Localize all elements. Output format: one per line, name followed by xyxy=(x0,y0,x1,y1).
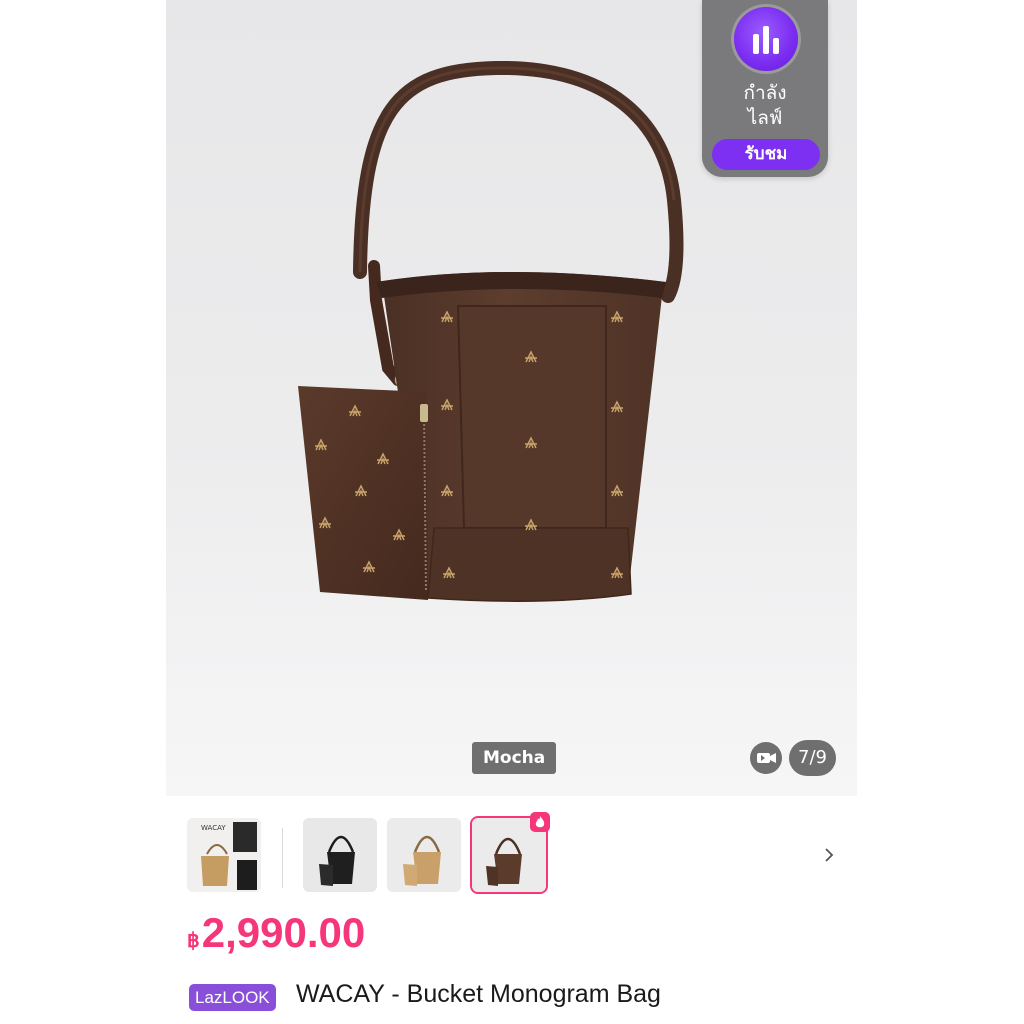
hot-fire-icon xyxy=(530,812,550,832)
live-status-text: กำลัง ไลฟ์ xyxy=(702,81,828,131)
thumb-brand-text: WACAY xyxy=(201,824,226,832)
thumbnail-next-chevron-icon[interactable] xyxy=(818,840,840,870)
thumbnail-3[interactable] xyxy=(387,818,461,892)
thumbnail-2[interactable] xyxy=(303,818,377,892)
thumbnail-image: WACAY xyxy=(187,818,261,892)
thumbnail-divider xyxy=(282,828,283,888)
product-title: WACAY - Bucket Monogram Bag xyxy=(296,980,661,1008)
live-stream-widget[interactable]: กำลัง ไลฟ์ รับชม xyxy=(702,0,828,177)
video-play-button[interactable] xyxy=(750,742,782,774)
thumbnail-image xyxy=(303,818,377,892)
watch-live-button[interactable]: รับชม xyxy=(712,139,820,170)
lazlook-tag: LazLOOK xyxy=(189,984,276,1011)
image-counter: 7/9 xyxy=(789,740,836,776)
product-price: ฿2,990.00 xyxy=(187,909,365,957)
thumbnail-image xyxy=(387,818,461,892)
thumbnail-1[interactable]: WACAY xyxy=(187,818,261,892)
live-line-1: กำลัง xyxy=(743,82,787,104)
currency-symbol: ฿ xyxy=(187,930,200,952)
variant-label-badge: Mocha xyxy=(472,742,557,774)
video-camera-icon xyxy=(757,753,776,763)
live-bars-icon xyxy=(734,7,798,71)
live-line-2: ไลฟ์ xyxy=(747,107,783,129)
price-amount: 2,990.00 xyxy=(201,909,366,956)
